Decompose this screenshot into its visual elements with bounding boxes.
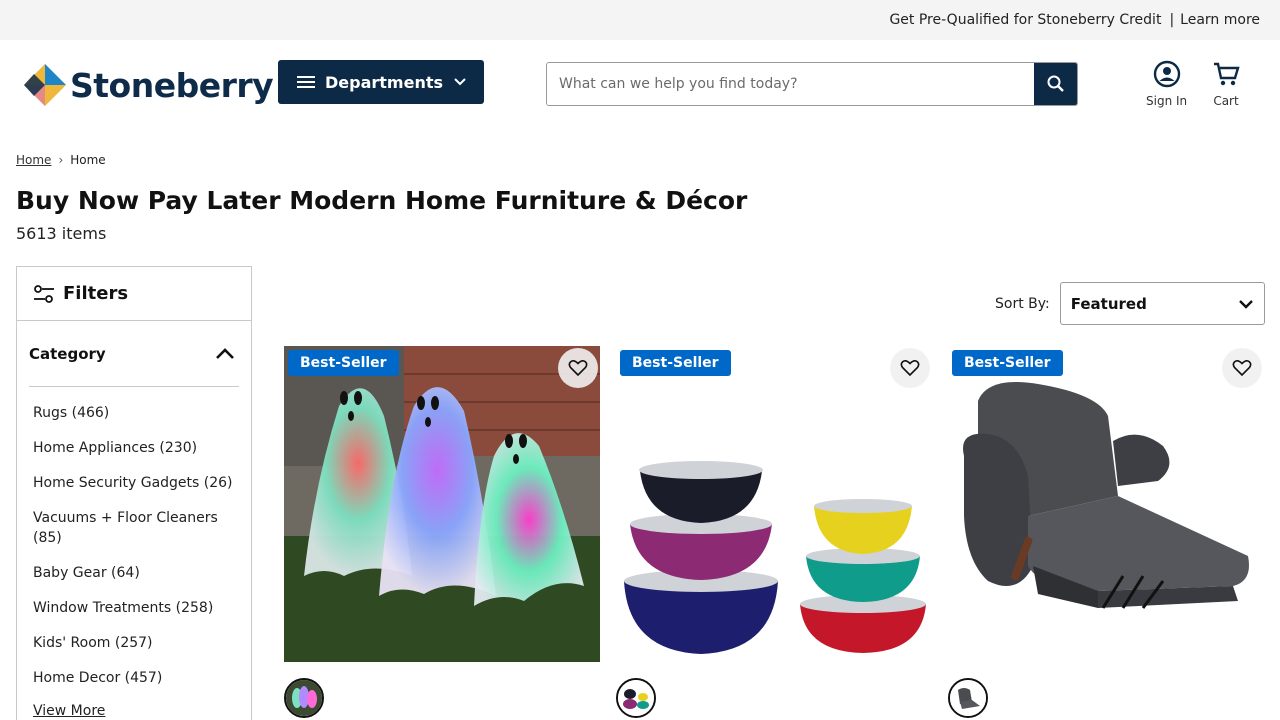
heart-icon bbox=[1232, 360, 1252, 377]
view-more-link[interactable]: View More bbox=[17, 703, 251, 719]
breadcrumb-chevron-icon: › bbox=[58, 153, 64, 167]
heart-icon bbox=[568, 360, 588, 377]
swatch-ghosts-icon bbox=[286, 680, 322, 716]
category-item[interactable]: Home Appliances (230) bbox=[33, 438, 235, 458]
sign-in-button[interactable]: Sign In bbox=[1146, 60, 1187, 108]
product-image-recliner[interactable]: Best-Seller bbox=[948, 346, 1264, 662]
filters-title: Filters bbox=[63, 283, 129, 304]
swatch-bowls-icon bbox=[618, 680, 654, 716]
category-item[interactable]: Vacuums + Floor Cleaners (85) bbox=[33, 508, 223, 548]
heart-icon bbox=[900, 360, 920, 377]
cart-label: Cart bbox=[1213, 94, 1239, 108]
sign-in-label: Sign In bbox=[1146, 94, 1188, 108]
recliner-image-icon bbox=[948, 346, 1264, 662]
account-icon bbox=[1153, 60, 1180, 88]
wishlist-button[interactable] bbox=[1222, 348, 1262, 388]
breadcrumb-home-link[interactable]: Home bbox=[16, 153, 51, 167]
logo-mark-icon bbox=[24, 64, 66, 106]
promo-bar: Get Pre-Qualified for Stoneberry Credit … bbox=[0, 0, 1280, 40]
search-icon bbox=[1047, 75, 1064, 92]
best-seller-badge: Best-Seller bbox=[620, 350, 731, 376]
category-title: Category bbox=[29, 344, 106, 363]
departments-button[interactable]: Departments bbox=[278, 60, 484, 104]
wishlist-button[interactable] bbox=[558, 348, 598, 388]
mixing-bowls-image-icon bbox=[616, 346, 932, 662]
best-seller-badge: Best-Seller bbox=[952, 350, 1063, 376]
search-input[interactable] bbox=[547, 63, 1034, 105]
category-item[interactable]: Home Decor (457) bbox=[33, 668, 235, 688]
page-title: Buy Now Pay Later Modern Home Furniture … bbox=[16, 186, 748, 215]
promo-text: Get Pre-Qualified for Stoneberry Credit bbox=[889, 12, 1162, 28]
product-card[interactable]: Best-Seller bbox=[616, 346, 932, 720]
breadcrumb: Home › Home bbox=[16, 153, 106, 167]
best-seller-badge: Best-Seller bbox=[288, 350, 399, 376]
sort-select[interactable]: Featured bbox=[1059, 282, 1265, 325]
swatch-recliner-icon bbox=[950, 680, 986, 716]
product-image-bowls[interactable]: Best-Seller bbox=[616, 346, 932, 662]
category-item[interactable]: Window Treatments (258) bbox=[33, 598, 235, 618]
breadcrumb-current: Home bbox=[70, 153, 106, 167]
item-count: 5613 items bbox=[16, 224, 107, 243]
cart-button[interactable]: Cart bbox=[1212, 60, 1240, 108]
logo-text: Stoneberry bbox=[70, 65, 274, 105]
sort-label: Sort By: bbox=[995, 295, 1050, 312]
stoneberry-logo[interactable]: Stoneberry bbox=[24, 64, 274, 106]
search-button[interactable] bbox=[1034, 63, 1077, 105]
search-bar bbox=[546, 62, 1078, 106]
filters-icon bbox=[34, 284, 54, 303]
hamburger-icon bbox=[297, 76, 315, 88]
learn-more-link[interactable]: Learn more bbox=[1180, 12, 1260, 28]
sort-selected-value: Featured bbox=[1070, 294, 1147, 313]
sort-control: Sort By: Featured bbox=[995, 282, 1265, 325]
category-item[interactable]: Rugs (466) bbox=[33, 403, 235, 423]
category-item[interactable]: Home Security Gadgets (26) bbox=[33, 473, 235, 493]
wishlist-button[interactable] bbox=[890, 348, 930, 388]
category-item[interactable]: Kids' Room (257) bbox=[33, 633, 235, 653]
color-swatch[interactable] bbox=[616, 678, 656, 718]
chevron-up-icon bbox=[216, 347, 234, 359]
filters-header: Filters bbox=[17, 267, 251, 321]
color-swatch[interactable] bbox=[948, 678, 988, 718]
cart-icon bbox=[1214, 62, 1240, 86]
departments-label: Departments bbox=[325, 72, 444, 92]
product-card[interactable]: Best-Seller bbox=[284, 346, 600, 720]
color-swatch[interactable] bbox=[284, 678, 324, 718]
category-item[interactable]: Baby Gear (64) bbox=[33, 563, 235, 583]
product-card[interactable]: Best-Seller bbox=[948, 346, 1264, 720]
chevron-down-icon bbox=[454, 78, 466, 86]
category-toggle[interactable]: Category bbox=[29, 321, 239, 387]
promo-separator: | bbox=[1169, 12, 1175, 28]
filters-panel: Filters Category Rugs (466) Home Applian… bbox=[16, 266, 252, 720]
chevron-down-icon bbox=[1238, 299, 1253, 309]
category-list: Rugs (466) Home Appliances (230) Home Se… bbox=[17, 387, 251, 688]
ghosts-image-icon bbox=[284, 346, 600, 662]
product-image-ghosts[interactable]: Best-Seller bbox=[284, 346, 600, 662]
